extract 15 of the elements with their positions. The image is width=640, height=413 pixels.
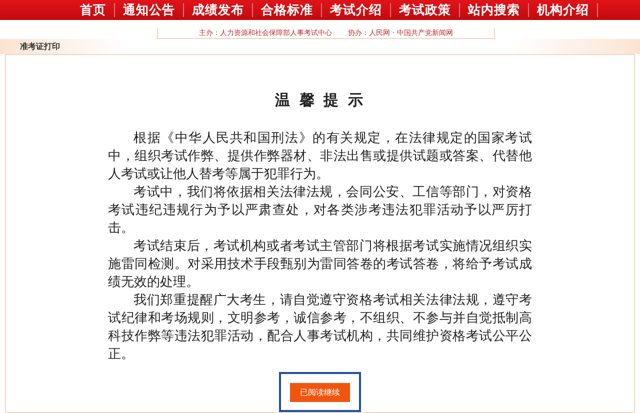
nav-link[interactable]: 首页 <box>72 3 115 18</box>
nav-link[interactable]: 合格标准 <box>253 3 322 18</box>
notice-paragraph: 考试中，我们将依据相关法律法规，会同公安、工信等部门，对资格考试违纪违规行为予以严肃查处，对各类涉考违法犯罪活动予以严厉打击。 <box>108 184 532 238</box>
notice-paragraph: 我们郑重提醒广大考生，请自觉遵守资格考试相关法律法规，遵守考试纪律和考场规则，文明参考，诚信参考，不组织、不参与并自觉抵制高科技作弊等违法犯罪活动，配合人事考试机构，共同维护资格考试公平公正。 <box>108 292 532 364</box>
nav-link[interactable]: 机构介绍 <box>529 3 598 18</box>
nav-link[interactable]: 通知公告 <box>115 3 184 18</box>
notice-paragraph: 根据《中华人民共和国刑法》的有关规定，在法律规定的国家考试中，组织考试作弊、提供作弊器材、非法出售或提供试题或答案、代替他人考试或让他人替考等属于犯罪行为。 <box>108 130 532 184</box>
nav-link[interactable]: 成绩发布 <box>184 3 253 18</box>
notice-paragraph: 考试结束后，考试机构或者考试主管部门将根据考试实施情况组织实施雷同检测。对采用技术手段甄别为雷同答卷的考试答卷，将给予考试成绩无效的处理。 <box>108 238 532 292</box>
continue-button[interactable]: 已阅读继续 <box>290 382 350 402</box>
nav-link[interactable]: 站内搜索 <box>460 3 529 18</box>
page-label: 准考证打印 <box>20 41 60 52</box>
nav-link[interactable]: 考试政策 <box>391 3 460 18</box>
notice-title: 温 馨 提 示 <box>275 91 365 110</box>
nav-link[interactable]: 考试介绍 <box>322 3 391 18</box>
